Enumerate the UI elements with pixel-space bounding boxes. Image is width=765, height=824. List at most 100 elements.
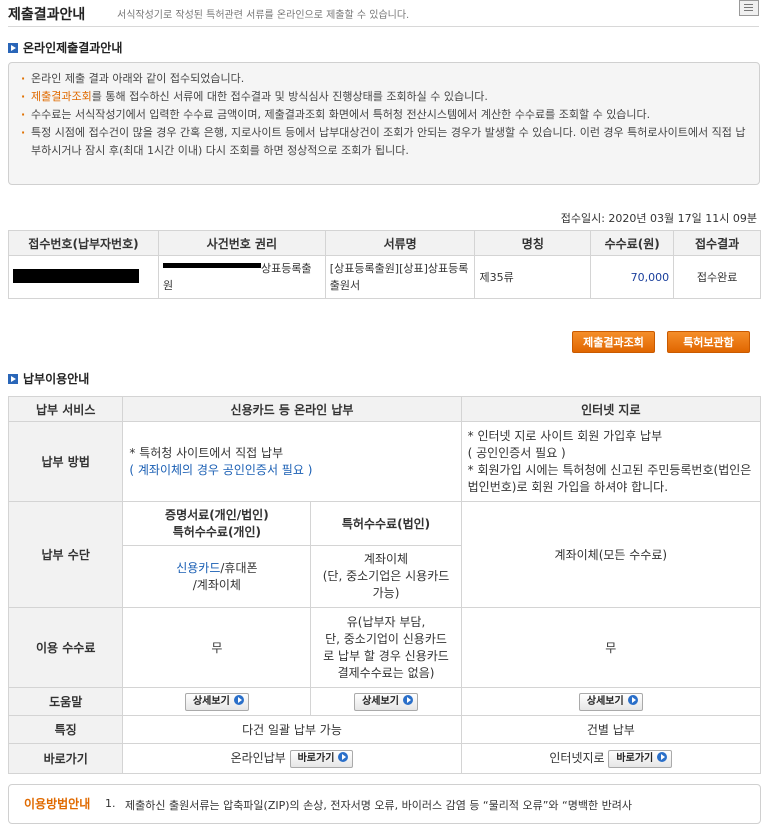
method-online-cell: * 특허청 사이트에서 직접 납부 ( 계좌이체의 경우 공인인증서 필요 ) bbox=[122, 421, 462, 502]
name-cell: 제35류 bbox=[474, 255, 592, 299]
fee-label: 이용 수수료 bbox=[7, 607, 124, 688]
method-online-text: * 특허청 사이트에서 직접 납부 bbox=[129, 445, 284, 460]
fee-corp-text: 유(납부자 부담, bbox=[346, 614, 426, 629]
shortcut-online-button[interactable]: 바로가기 bbox=[289, 749, 354, 768]
result-cell: 접수완료 bbox=[673, 255, 761, 299]
arrow-icon bbox=[402, 694, 413, 705]
redacted-case-no bbox=[162, 263, 261, 268]
col-receipt-no: 접수번호(납부자번호) bbox=[8, 230, 159, 256]
print-icon[interactable] bbox=[739, 0, 759, 16]
document-cell: [상표등록출원][상표]상표등록출원서 bbox=[324, 255, 476, 299]
col-name: 명칭 bbox=[474, 230, 592, 256]
col-service: 납부 서비스 bbox=[7, 396, 124, 422]
notice-text: 온라인 제출 결과 아래와 같이 접수되었습니다. bbox=[31, 72, 245, 85]
col-internet: 인터넷 지로 bbox=[460, 396, 762, 422]
section-title-text: 납부이용안내 bbox=[23, 372, 90, 386]
patent-storage-button[interactable]: 특허보관함 bbox=[667, 331, 750, 353]
col-document: 서류명 bbox=[324, 230, 476, 256]
means-label: 납부 수단 bbox=[7, 501, 124, 608]
fee-corp-text: 로 납부 할 경우 신용카드 bbox=[323, 648, 449, 663]
method-online-note: ( 계좌이체의 경우 공인인증서 필요 ) bbox=[129, 462, 313, 477]
divider bbox=[8, 26, 759, 27]
detail-button[interactable]: 상세보기 bbox=[578, 692, 643, 711]
online-result-section-title: 온라인제출결과안내 bbox=[8, 39, 122, 56]
detail-button[interactable]: 상세보기 bbox=[184, 692, 249, 711]
section-title-text: 온라인제출결과안내 bbox=[23, 41, 123, 55]
payment-table: 납부 서비스 신용카드 등 온라인 납부 인터넷 지로 납부 방법 * 특허청 … bbox=[7, 396, 762, 774]
notice-item: 특정 시점에 접수건이 많을 경우 간혹 은행, 지로사이트 등에서 납부대상건… bbox=[19, 124, 749, 160]
means-internet: 계좌이체(모든 수수료) bbox=[460, 501, 762, 608]
means-cert-transfer: /계좌이체 bbox=[192, 577, 241, 592]
means-corp-text: 계좌이체 bbox=[363, 552, 409, 566]
receipt-table: 접수번호(납부자번호) 사건번호 권리 서류명 명칭 수수료(원) 접수결과 상… bbox=[8, 230, 761, 299]
means-corp-text: 가능) bbox=[372, 586, 400, 600]
means-cert-phone: /휴대폰 bbox=[220, 560, 258, 575]
fee-corp: 유(납부자 부담, 단, 중소기업이 신용카드 로 납부 할 경우 신용카드 결… bbox=[310, 607, 462, 688]
detail-button[interactable]: 상세보기 bbox=[354, 692, 418, 711]
col-online: 신용카드 등 온라인 납부 bbox=[122, 396, 462, 422]
col-result: 접수결과 bbox=[673, 230, 761, 256]
usage-number: 1. bbox=[105, 797, 116, 810]
method-internet-text: * 회원가입 시에는 특허청에 신고된 주민등록번호(법인은 법인번호)로 회원… bbox=[467, 462, 752, 494]
means-corp-header: 특허수수료(법인) bbox=[310, 501, 462, 546]
feature-label: 특징 bbox=[7, 715, 124, 744]
shortcut-button-label: 바로가기 bbox=[616, 752, 654, 764]
detail-button-label: 상세보기 bbox=[192, 695, 230, 707]
help-label: 도움말 bbox=[7, 687, 124, 716]
notice-item: 수수료는 서식작성기에서 입력한 수수료 금액이며, 제출결과조회 화면에서 특… bbox=[19, 106, 749, 124]
shortcut-internet-button[interactable]: 바로가기 bbox=[608, 749, 673, 768]
notice-text: 수수료는 서식작성기에서 입력한 수수료 금액이며, 제출결과조회 화면에서 특… bbox=[31, 108, 651, 121]
arrow-icon bbox=[627, 694, 638, 705]
usage-text: 제출하신 출원서류는 압축파일(ZIP)의 손상, 전자서명 오류, 바이러스 … bbox=[125, 799, 632, 812]
fee-cert: 무 bbox=[122, 607, 312, 688]
means-cert-header: 증명서료(개인/법인) 특허수수료(개인) bbox=[122, 501, 312, 546]
submission-lookup-button[interactable]: 제출결과조회 bbox=[572, 331, 655, 353]
payment-section-title: 납부이용안내 bbox=[8, 370, 89, 387]
table-row: 상표등록출원 [상표등록출원][상표]상표등록출원서 제35류 70,000 접… bbox=[8, 255, 761, 299]
page-title: 제출결과안내 bbox=[8, 7, 86, 23]
table-header-row: 접수번호(납부자번호) 사건번호 권리 서류명 명칭 수수료(원) 접수결과 bbox=[8, 230, 761, 256]
col-fee: 수수료(원) bbox=[590, 230, 675, 256]
submission-lookup-link[interactable]: 제출결과조회 bbox=[31, 90, 92, 103]
shortcut-internet-text: 인터넷지로 bbox=[549, 751, 605, 766]
shortcut-online-cell: 온라인납부 바로가기 bbox=[122, 743, 462, 774]
means-cert-header-text: 증명서료(개인/법인) bbox=[165, 507, 269, 522]
section-bullet-icon bbox=[8, 43, 18, 53]
method-internet-cell: * 인터넷 지로 사이트 회원 가입후 납부 ( 공인인증서 필요 ) * 회원… bbox=[460, 421, 762, 502]
feature-online: 다건 일괄 납부 가능 bbox=[122, 715, 462, 744]
detail-button-label: 상세보기 bbox=[362, 695, 399, 707]
method-internet-text: * 인터넷 지로 사이트 회원 가입후 납부 bbox=[467, 428, 663, 443]
notice-text: 특정 시점에 접수건이 많을 경우 간혹 은행, 지로사이트 등에서 납부대상건… bbox=[31, 126, 746, 157]
shortcut-online-text: 온라인납부 bbox=[230, 751, 286, 766]
col-case-right: 사건번호 권리 bbox=[157, 230, 326, 256]
case-right-cell: 상표등록출원 bbox=[157, 255, 326, 299]
section-bullet-icon bbox=[8, 374, 18, 384]
method-label: 납부 방법 bbox=[7, 421, 124, 502]
shortcut-button-label: 바로가기 bbox=[297, 752, 335, 764]
help-internet-cell: 상세보기 bbox=[460, 687, 762, 716]
arrow-icon bbox=[233, 694, 244, 705]
help-cert-cell: 상세보기 bbox=[122, 687, 312, 716]
notice-box: 온라인 제출 결과 아래와 같이 접수되었습니다. 제출결과조회를 통해 접수하… bbox=[8, 62, 760, 185]
fee-corp-text: 결제수수료는 없음) bbox=[337, 665, 435, 680]
feature-internet: 건별 납부 bbox=[460, 715, 762, 744]
usage-title: 이용방법안내 bbox=[24, 797, 91, 811]
notice-item: 온라인 제출 결과 아래와 같이 접수되었습니다. bbox=[19, 70, 749, 88]
means-corp-text: (단, 중소기업은 시용카드 bbox=[322, 569, 450, 583]
arrow-icon bbox=[657, 751, 668, 762]
receipt-date: 접수일시: 2020년 03월 17일 11시 09분 bbox=[560, 212, 757, 225]
fee-internet: 무 bbox=[460, 607, 762, 688]
fee-cell: 70,000 bbox=[590, 255, 675, 299]
notice-item: 제출결과조회를 통해 접수하신 서류에 대한 접수결과 및 방식심사 진행상태를… bbox=[19, 88, 749, 106]
means-cert-card: 신용카드 bbox=[176, 560, 221, 575]
arrow-icon bbox=[338, 751, 349, 762]
means-corp-value: 계좌이체 (단, 중소기업은 시용카드 가능) bbox=[310, 545, 462, 608]
detail-button-label: 상세보기 bbox=[586, 695, 624, 707]
usage-box: 이용방법안내 1. 제출하신 출원서류는 압축파일(ZIP)의 손상, 전자서명… bbox=[8, 784, 761, 824]
fee-corp-text: 단, 중소기업이 신용카드 bbox=[325, 631, 447, 646]
shortcut-internet-cell: 인터넷지로 바로가기 bbox=[460, 743, 762, 774]
help-corp-cell: 상세보기 bbox=[310, 687, 462, 716]
page-subtitle: 서식작성기로 작성된 특허관련 서류를 온라인으로 제출할 수 있습니다. bbox=[117, 10, 410, 21]
method-internet-note: ( 공인인증서 필요 ) bbox=[467, 445, 566, 460]
means-cert-value: 신용카드/휴대폰 /계좌이체 bbox=[122, 545, 312, 608]
